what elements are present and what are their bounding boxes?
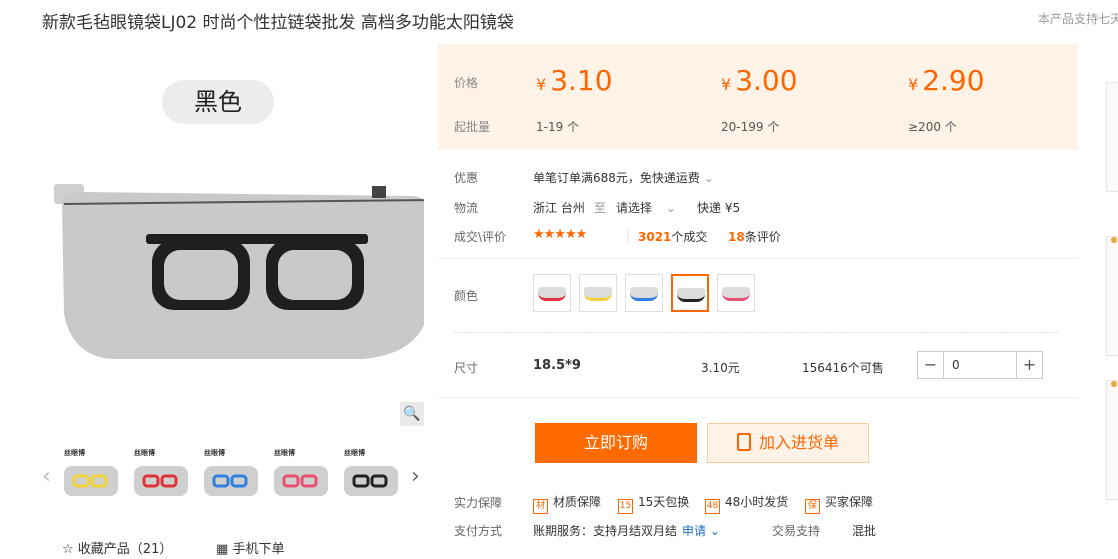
thumbnail[interactable]: 丝眼博 (200, 446, 262, 502)
color-swatch[interactable] (533, 274, 571, 312)
price-tier-2: ¥3.00 (721, 64, 798, 97)
separator: | (626, 228, 631, 242)
buy-now-button[interactable]: 立即订购 (535, 423, 697, 463)
mobile-order-button[interactable]: ▦ 手机下单 (216, 538, 284, 557)
support-notice: 本产品支持七天 (1038, 12, 1118, 26)
material-icon: 材 (533, 499, 548, 514)
color-swatch[interactable] (625, 274, 663, 312)
right-recommend-strip[interactable] (1106, 40, 1118, 559)
glasses-case-image (54, 184, 424, 359)
thumb-brand: 丝眼博 (274, 449, 295, 457)
shipping-icon: 48 (705, 499, 720, 514)
apply-link[interactable]: 申请 ⌄ (682, 522, 720, 539)
chevron-down-icon: ⌄ (665, 201, 676, 215)
qty-tier-2: 20-199 个 (721, 120, 780, 134)
clipboard-icon (736, 433, 751, 451)
divider (438, 258, 1078, 259)
payment-label: 支付方式 (454, 524, 503, 538)
guarantee-label: 实力保障 (454, 496, 503, 510)
thumb-brand: 丝眼博 (64, 449, 85, 457)
size-label: 尺寸 (454, 361, 479, 375)
thumb-brand: 丝眼博 (344, 449, 365, 457)
thumbnail[interactable]: 丝眼博 (270, 446, 332, 502)
chevron-down-icon: ⌄ (709, 524, 720, 538)
guarantee-exchange[interactable]: 15 15天包换 (618, 493, 689, 514)
plus-icon[interactable]: + (1016, 352, 1042, 378)
color-label: 颜色 (454, 289, 479, 303)
discount-dropdown[interactable]: 单笔订单满688元，免快递运费 ⌄ (533, 169, 714, 186)
price-tier-3: ¥2.90 (908, 64, 985, 97)
price-tier-1: ¥3.10 (536, 64, 613, 97)
thumbnail[interactable]: 丝眼博 (130, 446, 192, 502)
thumbnail-strip: 丝眼博 丝眼博 丝眼博 丝眼博 丝眼博 (60, 446, 410, 506)
qty-tier-1: 1-19 个 (536, 120, 580, 134)
deals-link[interactable]: 3021个成交 (638, 228, 707, 245)
qty-tier-3: ≥200 个 (908, 120, 957, 134)
quantity-input[interactable]: 0 (952, 358, 960, 372)
magnifier-icon[interactable]: 🔍 (400, 402, 424, 426)
qr-code-icon: ▦ (216, 542, 229, 557)
star-outline-icon: ☆ (62, 542, 74, 557)
recommend-item[interactable] (1106, 82, 1118, 192)
discount-label: 优惠 (454, 171, 479, 185)
thumbnail[interactable]: 丝眼博 (340, 446, 402, 502)
recommend-item[interactable] (1106, 236, 1118, 356)
reviews-link[interactable]: 18条评价 (728, 228, 781, 245)
deals-label: 成交\评价 (454, 230, 507, 244)
guarantee-material[interactable]: 材材质保障 (533, 493, 601, 514)
trade-support-value: 混批 (852, 524, 877, 538)
logistics-label: 物流 (454, 201, 479, 215)
add-to-cart-button[interactable]: 加入进货单 (707, 423, 869, 463)
payment-text: 账期服务：支持月结双月结 (533, 524, 678, 538)
size-value: 18.5*9 (533, 358, 581, 373)
mobile-label: 手机下单 (232, 542, 285, 557)
destination-select[interactable]: 请选择 ⌄ (616, 199, 676, 216)
chevron-down-icon: ⌄ (703, 171, 714, 185)
size-price: 3.10元 (701, 361, 740, 375)
thumb-brand: 丝眼博 (134, 449, 155, 457)
color-swatch-selected[interactable] (671, 274, 709, 312)
color-swatch[interactable] (579, 274, 617, 312)
shield-icon: 保 (805, 499, 820, 514)
exchange-icon: 15 (618, 499, 633, 514)
thumb-prev-icon[interactable]: ‹ (42, 464, 51, 489)
favorite-button[interactable]: ☆ 收藏产品（21） (62, 538, 172, 557)
favorite-label: 收藏产品（21） (77, 542, 173, 557)
stock-count: 156416个可售 (802, 361, 884, 375)
minus-icon[interactable]: − (918, 352, 944, 378)
guarantee-buyer[interactable]: 保买家保障 (805, 493, 873, 514)
quantity-stepper: − 0 + (917, 351, 1043, 379)
price-label: 价格 (454, 76, 479, 90)
color-tag: 黑色 (162, 80, 274, 124)
thumb-next-icon[interactable]: › (411, 464, 420, 489)
recommend-item[interactable] (1106, 380, 1118, 500)
trade-support-label: 交易支持 (772, 524, 821, 538)
rating-stars: ★★★★★ (533, 227, 587, 242)
color-swatch[interactable] (717, 274, 755, 312)
divider (454, 332, 1058, 333)
divider (438, 397, 1078, 398)
thumbnail[interactable]: 丝眼博 (60, 446, 122, 502)
to-text: 至 (594, 201, 607, 215)
origin-text: 浙江 台州 (533, 201, 585, 215)
product-title: 新款毛毡眼镜袋LJ02 时尚个性拉链袋批发 高档多功能太阳镜袋 (42, 13, 514, 33)
moq-label: 起批量 (454, 120, 491, 134)
shipping-fee: 快递 ¥5 (697, 201, 741, 215)
main-product-image[interactable]: 黑色 🔍 (42, 44, 424, 428)
thumb-brand: 丝眼博 (204, 449, 225, 457)
guarantee-shipping[interactable]: 48 48小时发货 (705, 493, 788, 514)
price-panel: 价格 起批量 ¥3.10 1-19 个 ¥3.00 20-199 个 ¥2.90… (438, 44, 1078, 150)
